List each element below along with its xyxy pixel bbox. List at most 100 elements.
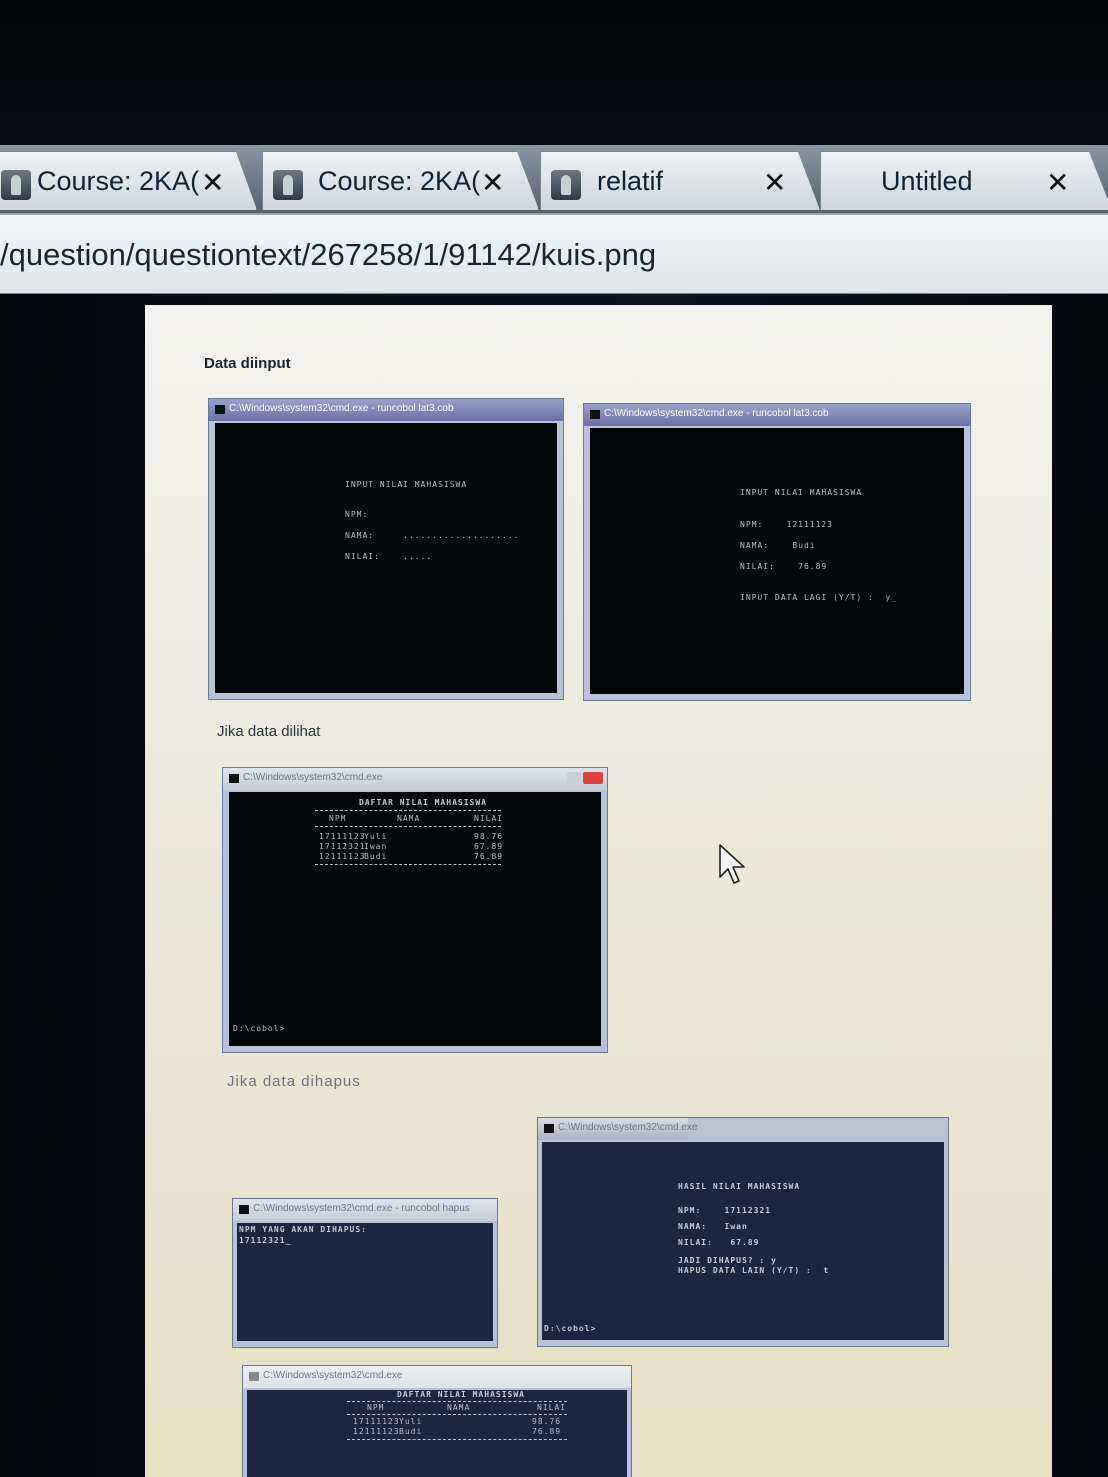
console-rule [315, 864, 501, 865]
row-nilai: 98.76 [532, 1417, 562, 1426]
row-nilai: 76.89 [474, 852, 504, 861]
window-titlebar: C:\Windows\system32\cmd.exe - runcobol l… [209, 399, 563, 421]
mouse-pointer-icon [719, 844, 745, 884]
row-nama: Yuli [364, 832, 388, 841]
quiz-image: Data diinput C:\Windows\system32\cmd.exe… [145, 305, 1052, 1477]
console-window-delete-input: C:\Windows\system32\cmd.exe - runcobol h… [232, 1198, 498, 1348]
console-window-list: C:\Windows\system32\cmd.exe DAFTAR NILAI… [222, 767, 608, 1053]
tab-strip: Course: 2KA( ✕ Course: 2KA( ✕ relatif ✕ … [0, 145, 1108, 213]
window-title: C:\Windows\system32\cmd.exe - runcobol l… [229, 403, 454, 414]
console-npm: NPM: 12111123 [740, 520, 834, 529]
close-icon[interactable]: ✕ [201, 166, 224, 199]
close-icon[interactable]: ✕ [763, 166, 786, 199]
section-data-diinput: Data diinput [204, 355, 291, 372]
console-prompt: D:\cobol> [233, 1024, 286, 1033]
col-npm: NPM [367, 1403, 385, 1412]
cmd-icon [590, 410, 600, 419]
tab-course-2[interactable]: Course: 2KA( ✕ [262, 151, 539, 210]
row-nilai: 76.89 [532, 1427, 562, 1436]
col-nama: NAMA [447, 1403, 471, 1412]
console-screen: DAFTAR NILAI MAHASISWA NPM NAMA NILAI 17… [247, 1390, 627, 1477]
window-title: C:\Windows\system32\cmd.exe [263, 1370, 403, 1381]
window-titlebar: C:\Windows\system32\cmd.exe [223, 768, 607, 790]
col-nama: NAMA [397, 814, 421, 823]
url-text[interactable]: /question/questiontext/267258/1/91142/ku… [0, 237, 656, 273]
console-question: JADI DIHAPUS? : y [678, 1256, 777, 1265]
console-window-input-empty: C:\Windows\system32\cmd.exe - runcobol l… [208, 398, 564, 700]
tab-label: relatif [597, 166, 664, 196]
console-rule [315, 826, 501, 827]
console-npm: NPM: 17112321 [678, 1206, 772, 1215]
window-title: C:\Windows\system32\cmd.exe - runcobol h… [253, 1203, 470, 1214]
col-nilai: NILAI [474, 814, 504, 823]
tab-label: Course: 2KA( [318, 166, 481, 196]
console-heading: HASIL NILAI MAHASISWA [678, 1182, 801, 1191]
window-titlebar: C:\Windows\system32\cmd.exe - runcobol h… [233, 1199, 497, 1221]
console-window-delete-result: C:\Windows\system32\cmd.exe HASIL NILAI … [537, 1117, 949, 1347]
console-rule [315, 810, 501, 811]
console-screen: DAFTAR NILAI MAHASISWA NPM NAMA NILAI 17… [229, 792, 601, 1046]
col-nilai: NILAI [537, 1403, 567, 1412]
tab-course-1[interactable]: Course: 2KA( ✕ [0, 151, 257, 210]
tab-relatif[interactable]: relatif ✕ [540, 151, 820, 210]
console-screen: NPM YANG AKAN DIHAPUS: 17112321_ [237, 1223, 493, 1341]
window-title: C:\Windows\system32\cmd.exe [558, 1122, 698, 1133]
cmd-icon [229, 774, 239, 783]
tab-label: Course: 2KA( [37, 166, 200, 196]
window-titlebar: C:\Windows\system32\cmd.exe [243, 1366, 631, 1388]
console-nilai: NILAI: 76.89 [740, 562, 828, 571]
moodle-favicon-icon [1, 170, 31, 200]
console-prompt: INPUT DATA LAGI (Y/T) : y_ [740, 593, 898, 602]
address-bar[interactable]: /question/questiontext/267258/1/91142/ku… [0, 213, 1108, 296]
console-nama: NAMA: Iwan [678, 1222, 748, 1231]
window-title: C:\Windows\system32\cmd.exe - runcobol l… [604, 408, 829, 419]
console-rule [347, 1414, 567, 1415]
monitor-bezel-area [0, 0, 1108, 148]
console-rule [347, 1439, 567, 1440]
row-npm: 17111123 [353, 1417, 400, 1426]
row-nama: Iwan [364, 842, 388, 851]
console-rule [347, 1401, 567, 1402]
console-heading: DAFTAR NILAI MAHASISWA [359, 798, 487, 807]
window-titlebar: C:\Windows\system32\cmd.exe - runcobol l… [584, 404, 970, 426]
window-titlebar: C:\Windows\system32\cmd.exe [538, 1118, 698, 1140]
close-icon[interactable]: ✕ [481, 166, 504, 199]
console-nama: NAMA: .................... [345, 531, 520, 540]
row-nilai: 98.76 [474, 832, 504, 841]
cmd-icon [215, 405, 225, 414]
console-npm: NPM: [345, 510, 369, 519]
console-heading: INPUT NILAI MAHASISWA [740, 488, 863, 497]
tab-label: Untitled [881, 166, 973, 196]
row-npm: 17111123 [319, 832, 366, 841]
console-line: 17112321_ [239, 1236, 292, 1245]
console-heading: DAFTAR NILAI MAHASISWA [397, 1390, 525, 1399]
console-window-list-after-delete: C:\Windows\system32\cmd.exe DAFTAR NILAI… [242, 1365, 632, 1477]
row-nama: Budi [399, 1427, 423, 1436]
console-nilai: NILAI: 67.89 [678, 1238, 760, 1247]
row-npm: 12111123 [353, 1427, 400, 1436]
console-heading: INPUT NILAI MAHASISWA [345, 480, 468, 489]
cmd-icon [544, 1124, 554, 1133]
tab-untitled[interactable]: Untitled ✕ [820, 151, 1108, 210]
close-icon[interactable]: ✕ [1046, 166, 1069, 199]
console-screen: HASIL NILAI MAHASISWA NPM: 17112321 NAMA… [542, 1142, 944, 1340]
row-nilai: 67.89 [474, 842, 504, 851]
row-npm: 17112321 [319, 842, 366, 851]
moodle-favicon-icon [551, 170, 581, 200]
row-npm: 12111123 [319, 852, 366, 861]
section-jika-data-dilihat: Jika data dilihat [217, 723, 321, 740]
console-window-input-filled: C:\Windows\system32\cmd.exe - runcobol l… [583, 403, 971, 701]
section-jika-data-dihapus: Jika data dihapus [227, 1073, 361, 1090]
console-line: NPM YANG AKAN DIHAPUS: [239, 1225, 367, 1234]
col-npm: NPM [329, 814, 347, 823]
cmd-icon [239, 1205, 249, 1214]
row-nama: Yuli [399, 1417, 423, 1426]
console-question: HAPUS DATA LAIN (Y/T) : t [678, 1266, 830, 1275]
minimize-button[interactable] [567, 772, 581, 784]
moodle-favicon-icon [273, 170, 303, 200]
console-screen: INPUT NILAI MAHASISWA NPM: NAMA: .......… [215, 423, 557, 693]
cmd-icon [249, 1372, 259, 1381]
console-nilai: NILAI: ..... [345, 552, 433, 561]
close-window-button[interactable] [583, 772, 603, 784]
console-prompt: D:\cobol> [544, 1324, 597, 1333]
